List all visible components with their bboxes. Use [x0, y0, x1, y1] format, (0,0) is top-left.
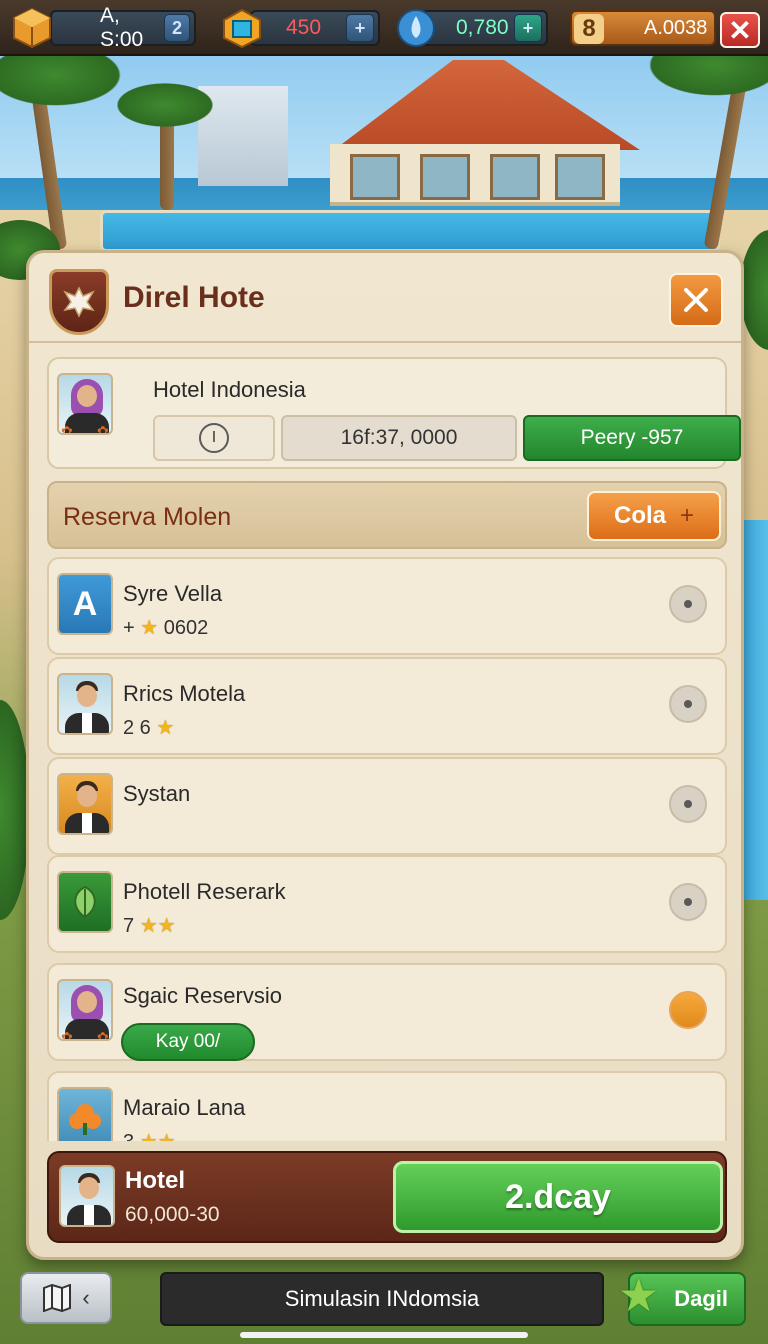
footer-title: Simulasin INdomsia	[160, 1272, 604, 1326]
list-item[interactable]: Rrics Motela 2 6 ★	[47, 657, 727, 755]
hotel-card: ✿ ✿ Hotel Indonesia I 16f:37, 0000 Peery …	[47, 357, 741, 469]
reservation-name: Rrics Motela	[123, 681, 246, 706]
manager-avatar: ✿ ✿	[57, 373, 113, 435]
booking-name: Hotel	[125, 1167, 185, 1194]
gold-badge: 2	[163, 14, 190, 42]
guest-avatar	[59, 1165, 115, 1227]
list-item[interactable]: ✿ ✿ Sgaic Reservsio Kay 00/	[47, 963, 727, 1061]
select-radio[interactable]	[669, 585, 707, 623]
gems-counter[interactable]: 450 +	[250, 10, 380, 46]
energy-drop-icon	[392, 4, 440, 52]
gem-box-icon	[218, 4, 266, 52]
reservation-name: Systan	[123, 781, 191, 806]
list-item[interactable]: Maraio Lana 3 ★★	[47, 1071, 727, 1141]
star-icon: ★★	[139, 915, 176, 937]
panel-header: Direl Hote	[29, 253, 741, 343]
reservations-list[interactable]: A Syre Vella + ★ 0602 Rrics Motela 2 6 ★	[47, 557, 727, 1141]
reservations-title: Reserva Molen	[63, 503, 232, 531]
close-game-button[interactable]: ✕	[720, 12, 760, 48]
info-button[interactable]: I	[153, 415, 275, 461]
crate-icon	[8, 4, 56, 52]
select-radio-selected[interactable]	[669, 991, 707, 1029]
reservations-action-label: Cola	[613, 502, 666, 529]
info-icon: I	[199, 423, 229, 453]
top-hud: A, S:00 2 450 + 0,780 + 8 A.0038 ✕	[0, 0, 768, 56]
panel-title: Direl Hote	[123, 281, 265, 314]
level-counter[interactable]: 8 A.0038	[570, 10, 716, 46]
reservation-name: Sgaic Reservsio	[123, 983, 282, 1008]
reservation-name: Maraio Lana	[123, 1095, 246, 1120]
guest-avatar	[57, 673, 113, 735]
guest-avatar	[57, 773, 113, 835]
plus-icon: +	[680, 502, 695, 529]
star-icon: ★	[156, 717, 175, 739]
reservation-meta: 7 ★★	[123, 915, 176, 937]
map-icon	[43, 1284, 72, 1312]
hotel-panel: Direl Hote ✿ ✿ Hotel Indonesia I 16f:37, …	[26, 250, 744, 1260]
back-chevron-icon: ‹	[82, 1285, 90, 1310]
star-icon: ★	[140, 617, 159, 639]
booking-bar: Hotel 60,000-30 2.dcay	[47, 1151, 727, 1243]
reservation-meta: 3 ★★	[123, 1129, 176, 1141]
villa	[300, 60, 640, 210]
crest-icon	[49, 269, 109, 335]
panel-close-button[interactable]	[669, 273, 723, 327]
gold-value: A, S:00	[100, 4, 144, 51]
home-indicator[interactable]	[240, 1332, 528, 1338]
star-icon: ★	[618, 1269, 660, 1321]
money-field: 16f:37, 0000	[281, 415, 517, 461]
reservation-meta: + ★ 0602	[123, 617, 209, 639]
star-icon: ★★	[140, 1131, 176, 1141]
list-item[interactable]: Photell Reserark 7 ★★	[47, 855, 727, 953]
hotel-name: Hotel Indonesia	[153, 377, 306, 402]
energy-add-button[interactable]: +	[514, 14, 542, 42]
wave-logo-icon: A	[57, 573, 113, 635]
gems-add-button[interactable]: +	[346, 14, 374, 42]
level-badge: 8	[574, 14, 604, 44]
crossed-tools-icon	[684, 288, 708, 312]
reservation-name: Photell Reserark	[123, 879, 286, 904]
map-button[interactable]: ‹	[20, 1272, 112, 1324]
flower-icon	[57, 1087, 113, 1141]
reservations-action-button[interactable]: Cola +	[587, 491, 721, 541]
select-radio[interactable]	[669, 883, 707, 921]
reservation-name: Syre Vella	[123, 581, 223, 606]
swimming-pool	[100, 210, 720, 252]
select-radio[interactable]	[669, 685, 707, 723]
guest-avatar: ✿ ✿	[57, 979, 113, 1041]
leaf-icon	[57, 871, 113, 933]
swimming-pool-side	[742, 520, 768, 900]
reservation-meta: 2 6 ★	[123, 717, 175, 739]
list-item[interactable]: Systan	[47, 757, 727, 855]
list-item[interactable]: A Syre Vella + ★ 0602	[47, 557, 727, 655]
reservations-header: Reserva Molen Cola +	[47, 481, 727, 549]
select-radio[interactable]	[669, 785, 707, 823]
booking-price: 60,000-30	[125, 1203, 220, 1226]
confirm-button[interactable]: 2.dcay	[393, 1161, 723, 1233]
gold-counter[interactable]: A, S:00 2	[50, 4, 196, 51]
reservation-status-pill[interactable]: Kay 00/	[121, 1023, 255, 1061]
dagil-label: Dagil	[674, 1286, 728, 1311]
hotel-action-button[interactable]: Peery -957	[523, 415, 741, 461]
